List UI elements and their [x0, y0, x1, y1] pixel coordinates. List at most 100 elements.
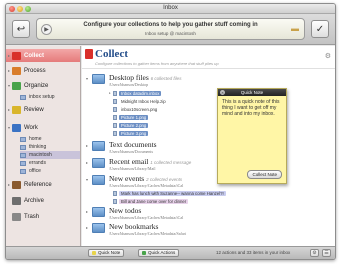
- disclosure-icon[interactable]: ▸: [86, 225, 88, 230]
- status-subtitle: Inbox setup @ macintosh: [145, 31, 196, 36]
- play-icon[interactable]: ▶: [41, 24, 52, 35]
- quick-note-text[interactable]: This is a quick note of this thing I wan…: [218, 96, 286, 120]
- quick-actions-button[interactable]: Quick Actions: [138, 249, 180, 257]
- review-icon: [12, 105, 21, 114]
- button-label: Quick Actions: [148, 250, 176, 255]
- sidebar-item-archive[interactable]: Archive: [6, 194, 80, 207]
- sidebar-item-label: Reference: [24, 181, 52, 188]
- item-label: Bill and Jane come over for dinner: [119, 198, 189, 204]
- sidebar-subitem-macintosh[interactable]: macintosh: [20, 151, 80, 159]
- list-icon: [20, 94, 26, 100]
- disclosure-icon[interactable]: ▾: [86, 177, 88, 182]
- event-icon: [113, 198, 117, 204]
- quick-note-button[interactable]: Quick Note: [88, 249, 125, 257]
- list-icon: [20, 144, 26, 150]
- list-item[interactable]: Picture 3.png: [109, 130, 149, 136]
- sidebar-item-trash[interactable]: Trash: [6, 210, 80, 223]
- collection-recent-email[interactable]: ▸ Recent email 1 collected message /User…: [86, 157, 331, 173]
- list-icon: [20, 160, 26, 166]
- item-label: Mark has lunch with Suzanne-- wanna come…: [119, 190, 226, 196]
- collection-desktop-files[interactable]: ▾ Desktop files 6 collected files /Users…: [86, 73, 331, 143]
- list-item[interactable]: Mark has lunch with Suzanne-- wanna come…: [109, 190, 226, 196]
- folder-icon: [92, 74, 105, 84]
- gear-icon[interactable]: ⚙: [310, 249, 319, 257]
- page-subtitle: Configure collections to gather items fr…: [95, 61, 219, 66]
- button-label: Quick Note: [98, 250, 121, 255]
- collection-title: New bookmarks: [109, 222, 159, 231]
- window-title: Inbox: [163, 5, 178, 11]
- list-item[interactable]: inbox10screen.png: [109, 106, 159, 112]
- list-item[interactable]: Picture 1.png: [109, 114, 149, 120]
- collection-new-todos[interactable]: ▸ New todos /Users/bhanson/Library/Cache…: [86, 206, 331, 222]
- gear-icon[interactable]: ⚙: [325, 52, 331, 60]
- collect-icon: [12, 51, 21, 60]
- sidebar-item-organize[interactable]: ▾ Organize: [6, 79, 80, 92]
- collection-path: /Users/bhanson/Library/Caches/Metadata/i…: [109, 215, 184, 220]
- list-item[interactable]: Midnight Inbox Help.zip: [109, 98, 168, 104]
- sidebar-item-label: Trash: [24, 213, 40, 220]
- sidebar-item-work[interactable]: ▾ Work: [6, 121, 80, 134]
- collect-note-button[interactable]: Collect Note: [247, 170, 282, 179]
- settings-icon[interactable]: ☰: [322, 249, 331, 257]
- sidebar-item-reference[interactable]: ▸ Reference: [6, 178, 80, 191]
- sidebar-subitem-label: inbox setup: [29, 94, 55, 100]
- sidebar-item-label: Work: [24, 124, 38, 131]
- main-panel: Collect Configure collections to gather …: [82, 46, 335, 246]
- sidebar-subitem-home[interactable]: home: [20, 135, 80, 143]
- done-button[interactable]: ✓: [311, 20, 329, 38]
- close-icon[interactable]: ×: [220, 90, 225, 95]
- folder-icon: ▬: [291, 24, 299, 33]
- list-item[interactable]: Picture 2.png: [109, 122, 149, 128]
- status-bar: Quick Note Quick Actions 12 actions and …: [6, 246, 335, 259]
- sidebar-subitem-thinking[interactable]: thinking: [20, 143, 80, 151]
- trash-icon: [12, 212, 21, 221]
- sidebar-item-label: Archive: [24, 197, 45, 204]
- title-bar: Inbox: [6, 4, 335, 14]
- collection-new-bookmarks[interactable]: ▸ New bookmarks /Users/bhanson/Library/C…: [86, 222, 331, 238]
- back-arrow-icon: ↩: [16, 23, 26, 35]
- sidebar-subitem-errands[interactable]: errands: [20, 159, 80, 167]
- collection-path: /Users/bhanson/Desktop: [109, 82, 149, 87]
- sidebar-item-review[interactable]: ▸ Review: [6, 103, 80, 116]
- collection-title: New todos: [109, 206, 142, 215]
- item-label: Picture 3.png: [119, 130, 149, 136]
- file-icon: [113, 114, 117, 120]
- file-icon: [113, 98, 117, 104]
- check-icon: [142, 251, 146, 255]
- disclosure-icon[interactable]: ▸: [86, 160, 88, 165]
- status-message: Configure your collections to help you g…: [83, 22, 258, 28]
- sidebar-subitem-label: errands: [29, 160, 46, 166]
- sidebar-subitem-label: home: [29, 136, 42, 142]
- reference-icon: [12, 180, 21, 189]
- disclosure-icon[interactable]: ▾: [86, 76, 88, 81]
- back-button[interactable]: ↩: [12, 20, 30, 38]
- collection-text-documents[interactable]: ▸ Text documents /Users/bhanson/Document…: [86, 140, 331, 156]
- sidebar-subitem-label: thinking: [29, 144, 47, 150]
- sidebar-item-label: Review: [24, 106, 44, 113]
- organize-icon: [12, 81, 21, 90]
- sidebar-item-process[interactable]: ▸ Process: [6, 64, 80, 77]
- archive-icon: [12, 196, 21, 205]
- sidebar: ▸ Collect ▸ Process ▾ Organize inbox set…: [6, 46, 81, 246]
- item-label: Picture 1.png: [119, 114, 149, 120]
- collection-path: /Users/bhanson/Library/Mail: [109, 166, 156, 171]
- process-icon: [12, 66, 21, 75]
- list-icon: [20, 152, 26, 158]
- list-item[interactable]: ▸ Inbox datadim.inbox: [109, 90, 162, 96]
- collection-path: /Users/bhanson/Library/Caches/Metadata/i…: [109, 183, 184, 188]
- sidebar-subitem-inbox-setup[interactable]: inbox setup: [20, 93, 80, 101]
- list-item[interactable]: Bill and Jane come over for dinner: [109, 198, 189, 204]
- quick-note-titlebar[interactable]: × Quick Note: [218, 89, 286, 96]
- app-window: Inbox ↩ ▶ Configure your collections to …: [5, 3, 336, 260]
- sidebar-item-collect[interactable]: ▸ Collect: [6, 49, 80, 62]
- list-icon: [20, 136, 26, 142]
- sidebar-subitem-office[interactable]: office: [20, 167, 80, 175]
- sidebar-subitem-label: macintosh: [29, 152, 52, 158]
- sidebar-item-label: Collect: [24, 52, 45, 59]
- disclosure-icon[interactable]: ▸: [86, 209, 88, 214]
- note-icon: [92, 251, 96, 255]
- collection-new-events[interactable]: ▾ New events 2 collected events /Users/b…: [86, 174, 331, 206]
- item-label: Inbox datadim.inbox: [119, 90, 162, 96]
- work-icon: [12, 123, 21, 132]
- disclosure-icon[interactable]: ▸: [86, 143, 88, 148]
